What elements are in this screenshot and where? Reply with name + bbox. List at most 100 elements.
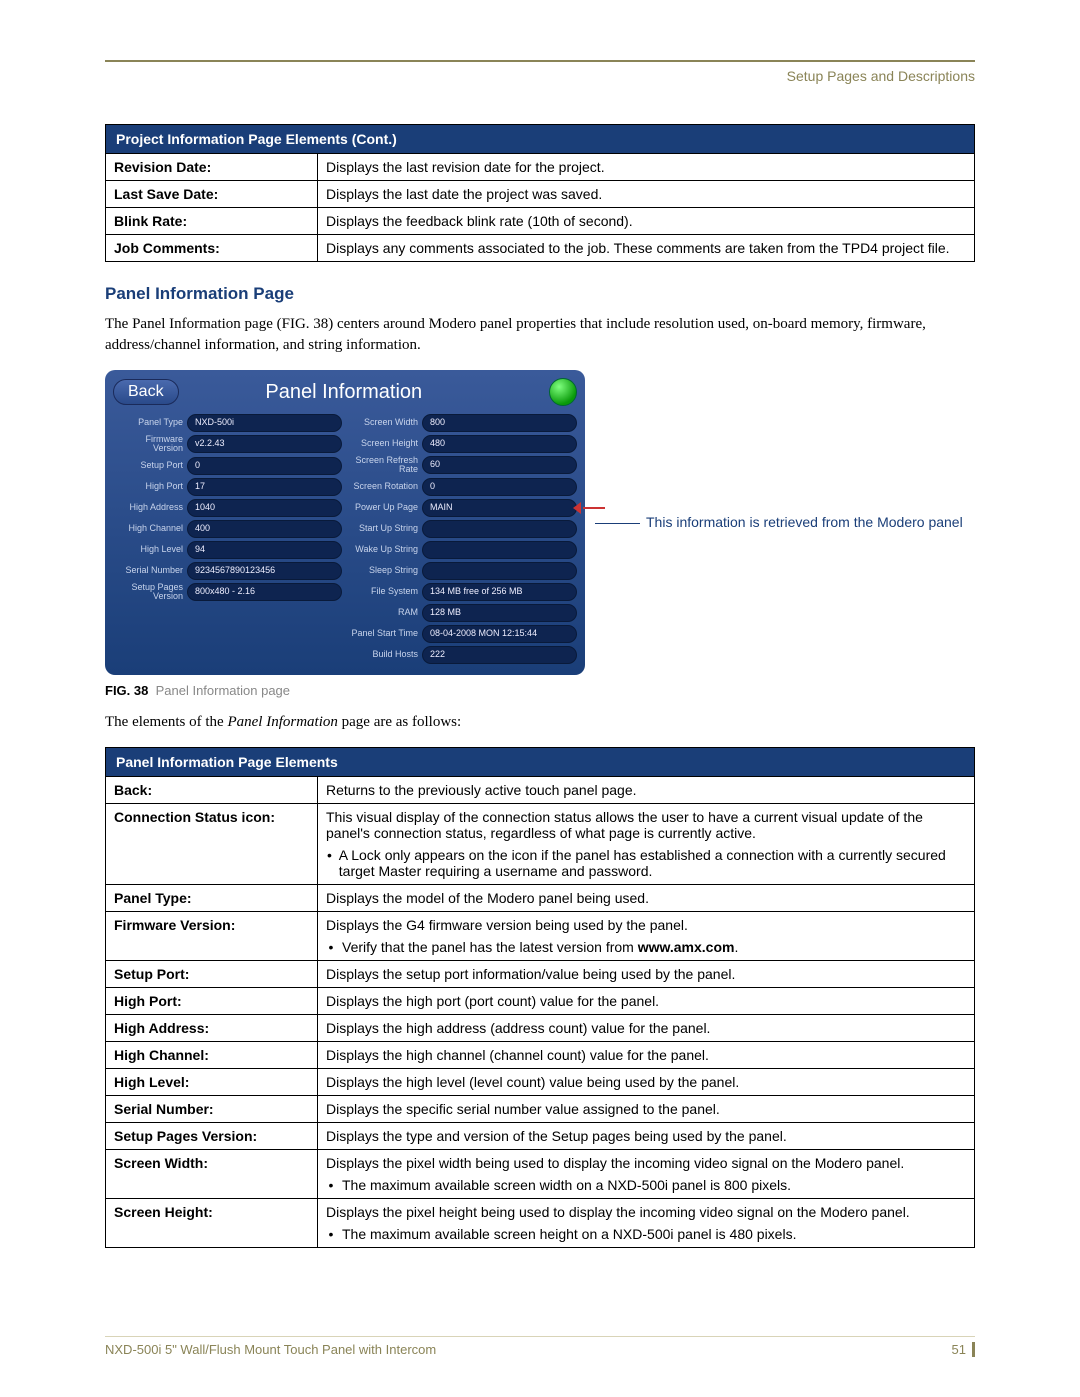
panel-field-value: 134 MB free of 256 MB <box>422 583 577 601</box>
row-desc: Displays any comments associated to the … <box>318 235 975 262</box>
row-label: High Channel: <box>106 1041 318 1068</box>
row-desc: Displays the high level (level count) va… <box>318 1068 975 1095</box>
panel-field-label: Firmware Version <box>113 435 183 454</box>
row-desc: Displays the high channel (channel count… <box>318 1041 975 1068</box>
panel-field: Screen Rotation 0 <box>348 478 577 496</box>
panel-field: Screen Refresh Rate60 <box>348 456 577 475</box>
panel-field-value: 128 MB <box>422 604 577 622</box>
panel-field-label: Panel Type <box>113 418 183 427</box>
panel-field-label: RAM <box>348 608 418 617</box>
row-label: Screen Height: <box>106 1198 318 1247</box>
row-label: Screen Width: <box>106 1149 318 1198</box>
table-row: High Port:Displays the high port (port c… <box>106 987 975 1014</box>
row-label: Job Comments: <box>106 235 318 262</box>
panel-field-label: File System <box>348 587 418 596</box>
panel-field-label: Power Up Page <box>348 503 418 512</box>
panel-field: Serial Number 9234567890123456 <box>113 562 342 580</box>
panel-field-value: v2.2.43 <box>187 435 342 453</box>
table-row: Blink Rate:Displays the feedback blink r… <box>106 208 975 235</box>
panel-field-value: 0 <box>422 478 577 496</box>
table-row: Job Comments:Displays any comments assoc… <box>106 235 975 262</box>
table-row: Connection Status icon:This visual displ… <box>106 803 975 884</box>
panel-field-label: High Port <box>113 482 183 491</box>
row-desc: Displays the model of the Modero panel b… <box>318 884 975 911</box>
footer-title: NXD-500i 5" Wall/Flush Mount Touch Panel… <box>105 1342 436 1357</box>
panel-field-value: 1040 <box>187 499 342 517</box>
panel-field-value: 800 <box>422 414 577 432</box>
panel-field-label: Sleep String <box>348 566 418 575</box>
row-desc: Displays the setup port information/valu… <box>318 960 975 987</box>
panel-field-value <box>422 562 577 580</box>
panel-ui-screenshot: Back Panel Information Panel TypeNXD-500… <box>105 370 585 675</box>
elements-paragraph: The elements of the Panel Information pa… <box>105 712 975 733</box>
panel-field-value: 800x480 - 2.16 <box>187 583 342 601</box>
panel-info-heading: Panel Information Page <box>105 284 975 304</box>
panel-field: Screen Width 800 <box>348 414 577 432</box>
panel-field-value: 60 <box>422 456 577 474</box>
project-info-table: Project Information Page Elements (Cont.… <box>105 124 975 262</box>
panel-info-elements-table: Panel Information Page Elements Back:Ret… <box>105 747 975 1248</box>
panel-field: Power Up PageMAIN <box>348 499 577 517</box>
panel-field-value: 0 <box>187 457 342 475</box>
table-row: Screen Height:Displays the pixel height … <box>106 1198 975 1247</box>
panel-field: Sleep String <box>348 562 577 580</box>
row-label: Connection Status icon: <box>106 803 318 884</box>
panel-field-value: 17 <box>187 478 342 496</box>
panel-field-label: Setup Pages Version <box>113 583 183 602</box>
row-desc: Displays the high port (port count) valu… <box>318 987 975 1014</box>
row-label: High Port: <box>106 987 318 1014</box>
panel-field-label: Serial Number <box>113 566 183 575</box>
table-row: Last Save Date:Displays the last date th… <box>106 181 975 208</box>
panel-field: Panel Start Time08-04-2008 MON 12:15:44 <box>348 625 577 643</box>
row-desc: Displays the specific serial number valu… <box>318 1095 975 1122</box>
panel-field: Firmware Versionv2.2.43 <box>113 435 342 454</box>
table-row: Screen Width:Displays the pixel width be… <box>106 1149 975 1198</box>
table-row: Panel Type:Displays the model of the Mod… <box>106 884 975 911</box>
row-desc: Displays the type and version of the Set… <box>318 1122 975 1149</box>
panel-field-value: 9234567890123456 <box>187 562 342 580</box>
panel-field-value: 480 <box>422 435 577 453</box>
panel-field-label: High Address <box>113 503 183 512</box>
table2-header: Panel Information Page Elements <box>106 747 975 776</box>
panel-field-value: 222 <box>422 646 577 664</box>
table-row: Firmware Version:Displays the G4 firmwar… <box>106 911 975 960</box>
table-row: Setup Pages Version:Displays the type an… <box>106 1122 975 1149</box>
row-label: Panel Type: <box>106 884 318 911</box>
figure-caption: FIG. 38 Panel Information page <box>105 683 975 698</box>
panel-field: RAM 128 MB <box>348 604 577 622</box>
connection-status-icon <box>549 378 577 406</box>
panel-field-label: Screen Rotation <box>348 482 418 491</box>
row-desc: Displays the last revision date for the … <box>318 154 975 181</box>
row-label: Firmware Version: <box>106 911 318 960</box>
panel-field: Start Up String <box>348 520 577 538</box>
row-label: Setup Port: <box>106 960 318 987</box>
table-row: Serial Number:Displays the specific seri… <box>106 1095 975 1122</box>
row-desc: Displays the feedback blink rate (10th o… <box>318 208 975 235</box>
row-label: Blink Rate: <box>106 208 318 235</box>
panel-field: Build Hosts222 <box>348 646 577 664</box>
row-desc: Displays the G4 firmware version being u… <box>318 911 975 960</box>
panel-field-value: 08-04-2008 MON 12:15:44 <box>422 625 577 643</box>
panel-field-label: Start Up String <box>348 524 418 533</box>
arrow-icon <box>573 502 605 514</box>
section-tag: Setup Pages and Descriptions <box>105 68 975 84</box>
panel-field-label: Screen Width <box>348 418 418 427</box>
figure-annotation: This information is retrieved from the M… <box>595 513 975 532</box>
panel-field: Setup Pages Version800x480 - 2.16 <box>113 583 342 602</box>
panel-field-value: 400 <box>187 520 342 538</box>
panel-field-value: 94 <box>187 541 342 559</box>
figure-38: Back Panel Information Panel TypeNXD-500… <box>105 370 975 675</box>
table1-header: Project Information Page Elements (Cont.… <box>106 125 975 154</box>
table-row: Back:Returns to the previously active to… <box>106 776 975 803</box>
panel-field: File System 134 MB free of 256 MB <box>348 583 577 601</box>
panel-field: High Port 17 <box>113 478 342 496</box>
row-desc: Displays the high address (address count… <box>318 1014 975 1041</box>
page-footer: NXD-500i 5" Wall/Flush Mount Touch Panel… <box>105 1341 975 1357</box>
table-row: Setup Port:Displays the setup port infor… <box>106 960 975 987</box>
panel-field-label: Screen Refresh Rate <box>348 456 418 475</box>
panel-field: High Level94 <box>113 541 342 559</box>
row-label: Back: <box>106 776 318 803</box>
row-label: Last Save Date: <box>106 181 318 208</box>
row-desc: Displays the pixel height being used to … <box>318 1198 975 1247</box>
panel-field-label: Screen Height <box>348 439 418 448</box>
